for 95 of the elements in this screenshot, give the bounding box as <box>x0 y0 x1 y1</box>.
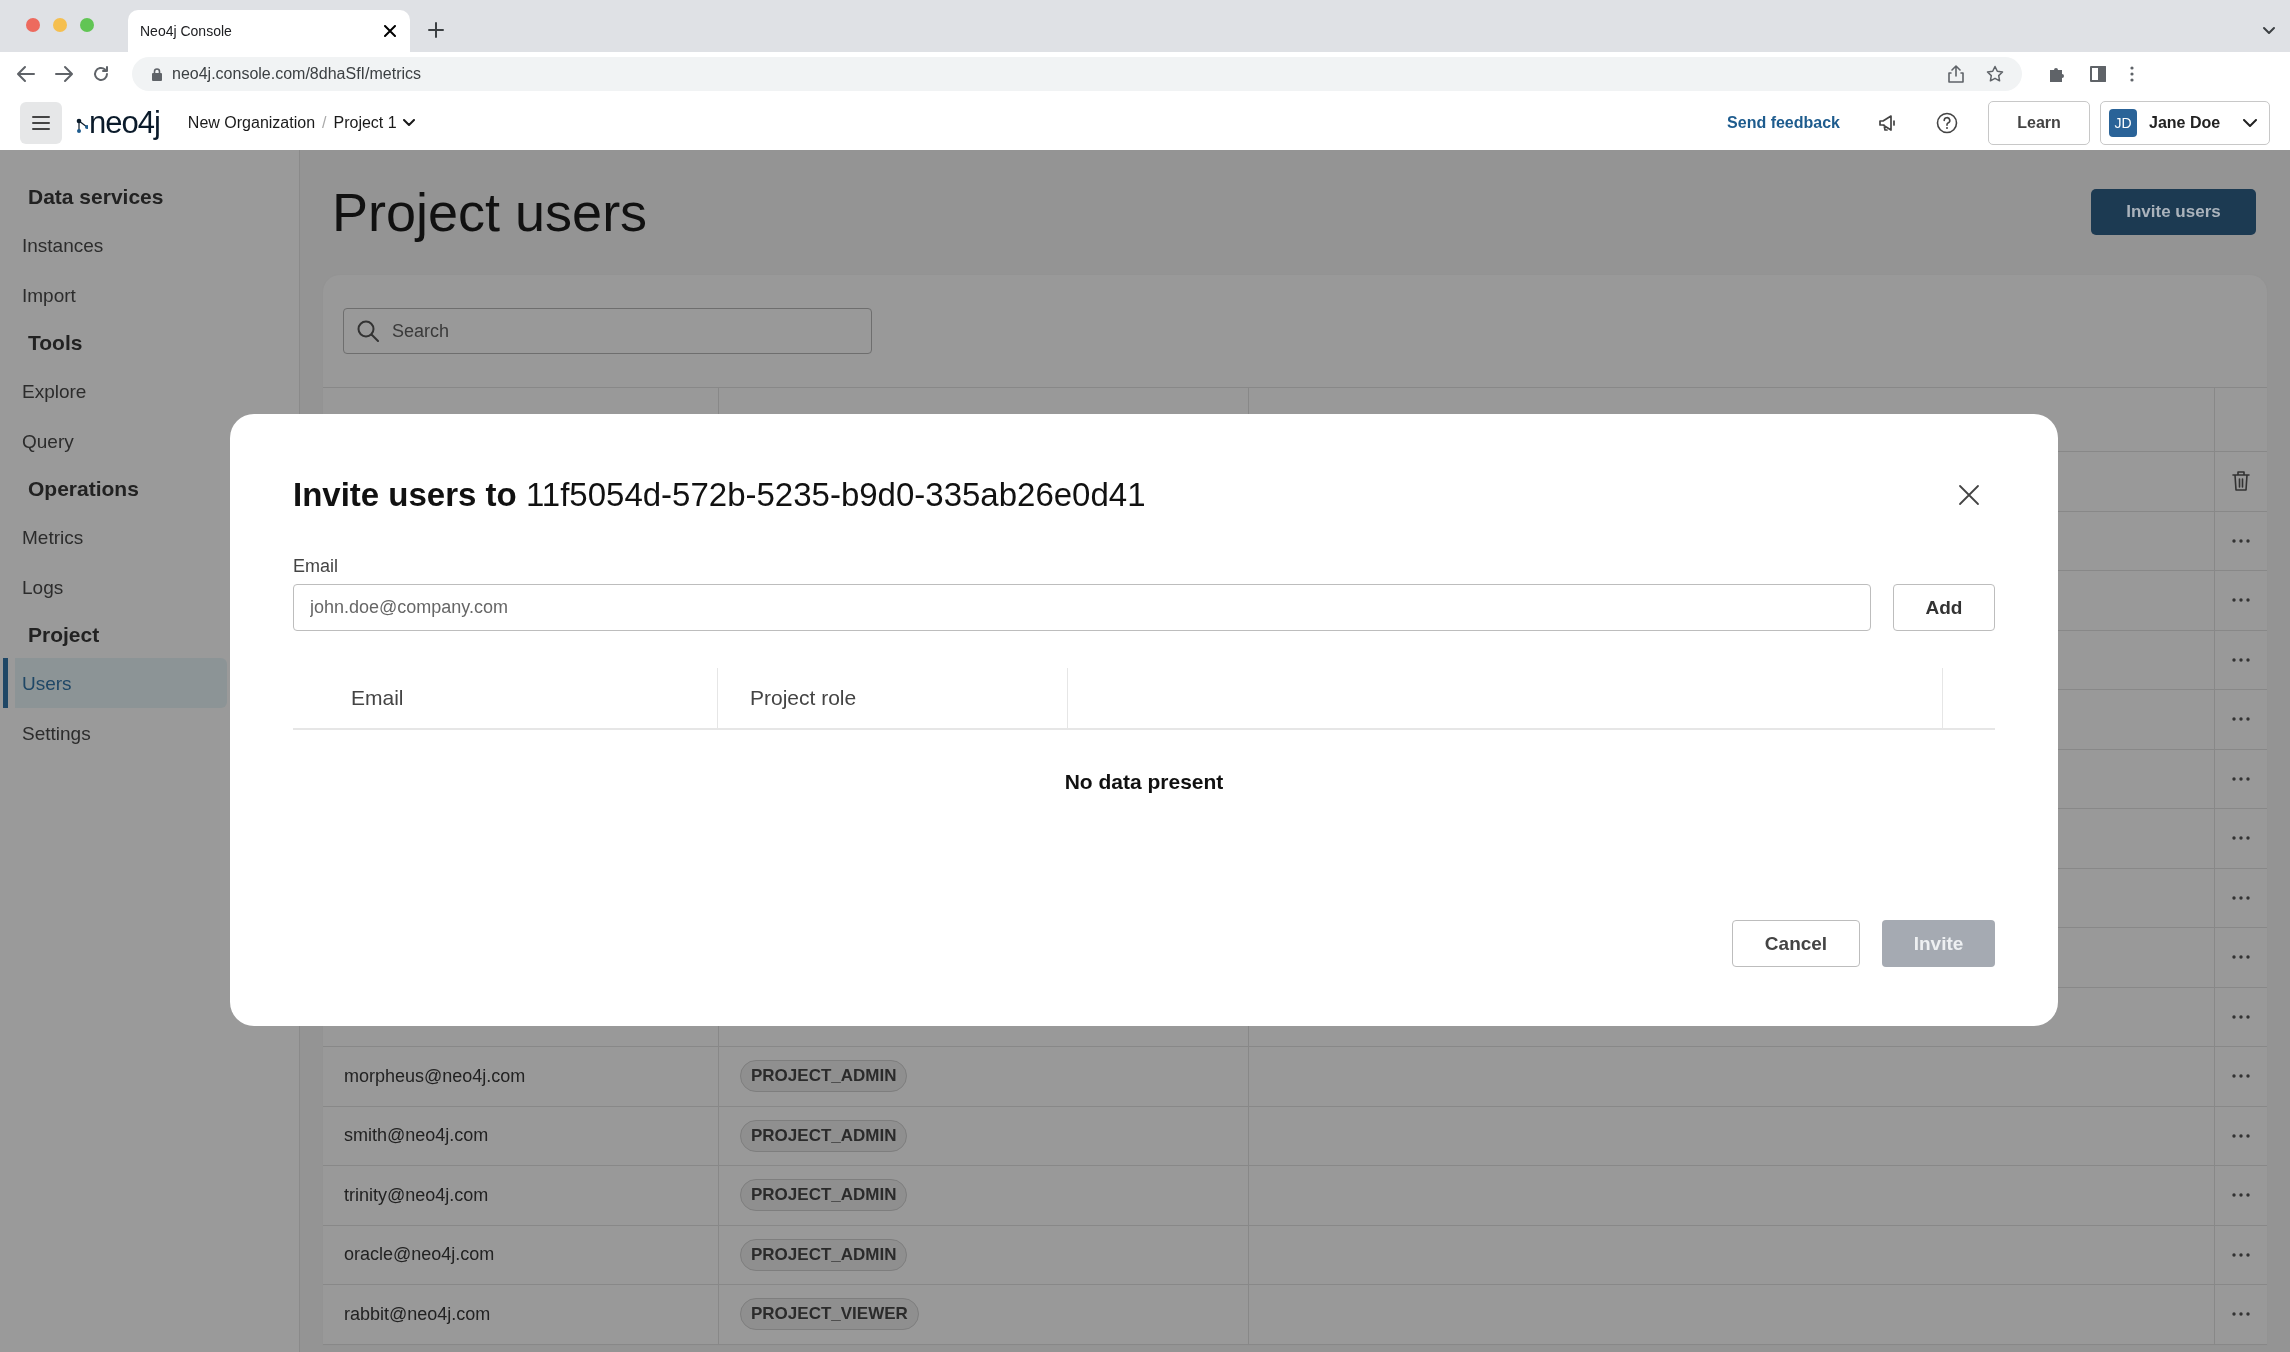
more-icon <box>2232 1312 2250 1317</box>
chevron-down-icon <box>2243 118 2257 128</box>
row-actions-button[interactable] <box>2232 955 2250 960</box>
more-icon <box>2232 538 2250 543</box>
sidebar-item[interactable]: Logs <box>0 562 229 612</box>
logo-text[interactable]: neo4j <box>89 105 160 141</box>
empty-state-text: No data present <box>1064 770 1224 794</box>
delete-button[interactable] <box>2231 470 2251 493</box>
megaphone-icon[interactable] <box>1878 113 1898 133</box>
row-actions-button[interactable] <box>2232 1252 2250 1257</box>
row-actions-button[interactable] <box>2232 1193 2250 1198</box>
row-actions-button[interactable] <box>2232 1014 2250 1019</box>
role-badge: PROJECT_ADMIN <box>740 1238 908 1271</box>
more-icon <box>2232 1014 2250 1019</box>
column-header: Project role <box>750 686 857 710</box>
side-panel-icon[interactable] <box>2090 66 2106 82</box>
section-heading: Operations <box>27 476 139 502</box>
star-icon[interactable] <box>1986 65 2004 83</box>
chevron-down-icon[interactable] <box>2262 26 2276 36</box>
more-icon <box>2232 955 2250 960</box>
lock-icon <box>152 67 162 81</box>
email-text: oracle@neo4j.com <box>343 1244 495 1266</box>
row-actions-button[interactable] <box>2232 657 2250 662</box>
kebab-menu-icon[interactable] <box>2130 66 2134 82</box>
row-actions-button[interactable] <box>2232 1074 2250 1079</box>
tab-title: Neo4j Console <box>140 23 232 39</box>
row-actions-button[interactable] <box>2232 895 2250 900</box>
field-label: Email <box>293 556 338 577</box>
more-icon <box>2232 776 2250 781</box>
row-actions-button[interactable] <box>2232 598 2250 603</box>
breadcrumb-separator: / <box>322 114 327 132</box>
sidebar-item[interactable]: Explore <box>0 366 229 416</box>
share-icon[interactable] <box>1948 65 1964 83</box>
role-badge: PROJECT_ADMIN <box>740 1179 908 1212</box>
close-button[interactable] <box>1958 484 1980 506</box>
row-actions-button[interactable] <box>2232 776 2250 781</box>
organization-link[interactable]: New Organization <box>187 114 316 132</box>
more-icon <box>2232 1074 2250 1079</box>
back-icon[interactable] <box>16 65 36 83</box>
send-feedback-link[interactable]: Send feedback <box>1727 114 1840 132</box>
more-icon <box>2232 657 2250 662</box>
role-badge: PROJECT_ADMIN <box>740 1060 908 1093</box>
search-field[interactable]: Search <box>343 308 872 354</box>
section-heading: Data services <box>27 184 164 210</box>
more-icon <box>2232 1252 2250 1257</box>
row-actions-button[interactable] <box>2232 538 2250 543</box>
user-menu-button[interactable]: JD Jane Doe <box>2100 101 2270 145</box>
url-text[interactable]: neo4j.console.com/8dhaSfI/metrics <box>172 65 421 83</box>
section-heading: Project <box>27 622 100 648</box>
help-icon[interactable] <box>1936 112 1958 134</box>
role-badge: PROJECT_VIEWER <box>740 1298 919 1331</box>
close-icon[interactable] <box>384 25 396 37</box>
row-actions-button[interactable] <box>2232 1312 2250 1317</box>
email-text: smith@neo4j.com <box>343 1125 489 1147</box>
sidebar-item[interactable]: Settings <box>0 708 229 758</box>
project-dropdown[interactable]: Project 1 <box>333 114 415 132</box>
column-header: Email <box>351 686 404 710</box>
search-icon <box>357 320 379 342</box>
sidebar-item[interactable]: Metrics <box>0 512 229 562</box>
learn-button[interactable]: Learn <box>1988 101 2090 145</box>
sidebar-item[interactable]: Instances <box>0 220 229 270</box>
email-text: rabbit@neo4j.com <box>343 1303 491 1325</box>
sidebar-item[interactable]: Query <box>0 416 229 466</box>
menu-button[interactable] <box>20 102 62 144</box>
section-heading: Tools <box>27 330 83 356</box>
puzzle-icon[interactable] <box>2048 65 2066 83</box>
row-actions-button[interactable] <box>2232 717 2250 722</box>
user-avatar: JD <box>2109 109 2137 137</box>
plus-icon[interactable] <box>428 22 444 38</box>
more-icon <box>2232 717 2250 722</box>
modal-title: Invite users to 11f5054d-572b-5235-b9d0-335ab26e0d41 <box>293 476 1146 514</box>
reload-icon[interactable] <box>92 65 110 83</box>
close-icon <box>1958 484 1980 506</box>
email-text: morpheus@neo4j.com <box>343 1065 526 1087</box>
email-text: trinity@neo4j.com <box>343 1184 489 1206</box>
page-title: Project users <box>332 181 648 243</box>
more-icon <box>2232 1133 2250 1138</box>
trash-icon <box>2231 470 2251 493</box>
more-icon <box>2232 836 2250 841</box>
sidebar-item[interactable]: Import <box>0 270 229 320</box>
more-icon <box>2232 1193 2250 1198</box>
email-input-field[interactable]: john.doe@company.com <box>293 584 1871 631</box>
add-button[interactable]: Add <box>1893 584 1995 631</box>
more-icon <box>2232 598 2250 603</box>
invite-users-button[interactable]: Invite users <box>2091 189 2256 235</box>
row-actions-button[interactable] <box>2232 1133 2250 1138</box>
chevron-down-icon <box>402 119 415 127</box>
browser-tab[interactable]: Neo4j Console <box>128 10 410 52</box>
more-icon <box>2232 895 2250 900</box>
address-bar[interactable]: neo4j.console.com/8dhaSfI/metrics <box>132 57 2022 91</box>
forward-icon[interactable] <box>54 65 74 83</box>
role-badge: PROJECT_ADMIN <box>740 1119 908 1152</box>
row-actions-button[interactable] <box>2232 836 2250 841</box>
menu-icon <box>32 116 50 130</box>
cancel-button[interactable]: Cancel <box>1732 920 1860 967</box>
